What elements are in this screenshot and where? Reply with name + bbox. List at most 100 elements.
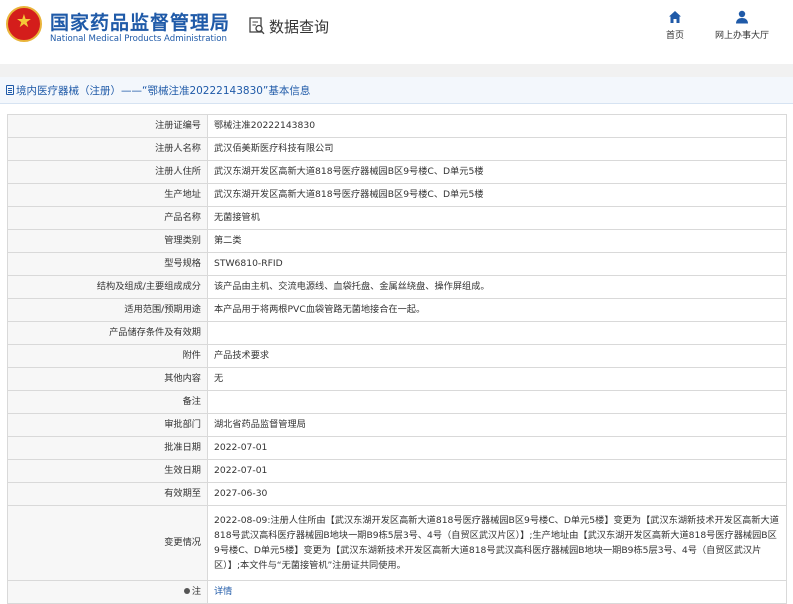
info-value-text: 鄂械注准20222143830: [214, 120, 316, 131]
info-row-value: 2022-07-01: [207, 436, 787, 460]
info-row-value: 湖北省药品监督管理局: [207, 413, 787, 437]
info-row: 适用范围/预期用途 本产品用于将两根PVC血袋管路无菌地接合在一起。: [7, 298, 787, 322]
info-row-label: 备注: [7, 390, 208, 414]
info-row-label: 生效日期: [7, 459, 208, 483]
info-row-value: [207, 390, 787, 414]
info-value-text: 2022-07-01: [214, 442, 268, 453]
info-label-text: 产品储存条件及有效期: [109, 327, 201, 338]
info-label-text: 注册人名称: [155, 143, 201, 154]
info-label-text: 附件: [182, 350, 201, 361]
details-link[interactable]: 详情: [214, 586, 232, 597]
info-row-value: 武汉东湖开发区高新大道818号医疗器械园B区9号楼C、D单元5楼: [207, 183, 787, 207]
info-row: 变更情况 2022-08-09:注册人住所由【武汉东湖开发区高新大道818号医疗器…: [7, 505, 787, 581]
info-row-label: 结构及组成/主要组成成分: [7, 275, 208, 299]
device-info-table: 注册证编号 鄂械注准20222143830 注册人名称 武汉佰美斯医疗科技有限公司 注册…: [7, 114, 787, 604]
info-label-text: 审批部门: [164, 419, 201, 430]
national-emblem-icon: ★: [6, 6, 42, 42]
info-row-label: 注: [7, 580, 208, 604]
info-row-label: 其他内容: [7, 367, 208, 391]
info-value-text: STW6810-RFID: [214, 258, 283, 269]
info-row: 产品名称 无菌接管机: [7, 206, 787, 230]
info-row-label: 型号规格: [7, 252, 208, 276]
info-row: 批准日期 2022-07-01: [7, 436, 787, 460]
info-label-text: 注册证编号: [155, 120, 201, 131]
info-label-text: 注册人住所: [155, 166, 201, 177]
info-row-label: 注册证编号: [7, 114, 208, 138]
info-row-value: 详情: [207, 580, 787, 604]
info-label-text: 注: [191, 586, 201, 597]
info-value-text: 该产品由主机、交流电源线、血袋托盘、金属丝绕盘、操作屏组成。: [214, 281, 490, 292]
info-row-value: 2022-07-01: [207, 459, 787, 483]
info-row-label: 审批部门: [7, 413, 208, 437]
info-row: 其他内容 无: [7, 367, 787, 391]
site-title-cn: 国家药品监督管理局: [50, 12, 231, 34]
info-value-text: 2027-06-30: [214, 488, 268, 499]
nav-home[interactable]: 首页: [660, 10, 690, 41]
info-row-label: 管理类别: [7, 229, 208, 253]
info-label-text: 结构及组成/主要组成成分: [96, 281, 201, 292]
info-value-text: 产品技术要求: [214, 350, 270, 361]
info-row-value: [207, 321, 787, 345]
info-row-value: 鄂械注准20222143830: [207, 114, 787, 138]
info-row: 结构及组成/主要组成成分 该产品由主机、交流电源线、血袋托盘、金属丝绕盘、操作屏组…: [7, 275, 787, 299]
nav-online-hall[interactable]: 网上办事大厅: [712, 10, 772, 41]
info-value-text: 武汉佰美斯医疗科技有限公司: [214, 143, 334, 154]
breadcrumb-label: 境内医疗器械（注册）——“鄂械注准20222143830”基本信息: [16, 85, 311, 97]
info-value-text: 2022-07-01: [214, 465, 268, 476]
info-row-label: 注册人住所: [7, 160, 208, 184]
info-row-value: 武汉东湖开发区高新大道818号医疗器械园B区9号楼C、D单元5楼: [207, 160, 787, 184]
info-row-value: 2022-08-09:注册人住所由【武汉东湖开发区高新大道818号医疗器械园B区…: [207, 505, 787, 581]
search-document-icon: [249, 17, 265, 35]
info-row-value: 武汉佰美斯医疗科技有限公司: [207, 137, 787, 161]
info-label-text: 适用范围/预期用途: [124, 304, 201, 315]
info-label-text: 生产地址: [164, 189, 201, 200]
info-row-value: 无菌接管机: [207, 206, 787, 230]
info-row-label: 生产地址: [7, 183, 208, 207]
info-row-value: 产品技术要求: [207, 344, 787, 368]
home-icon: [669, 11, 681, 23]
info-label-text: 有效期至: [164, 488, 201, 499]
info-label-text: 备注: [182, 396, 201, 407]
info-label-text: 型号规格: [164, 258, 201, 269]
breadcrumb-text: 境内医疗器械（注册）——“鄂械注准20222143830”基本信息: [6, 83, 310, 98]
info-row: 注册证编号 鄂械注准20222143830: [7, 114, 787, 138]
site-title-en: National Medical Products Administration: [50, 34, 227, 44]
info-row-label: 产品名称: [7, 206, 208, 230]
info-row: 管理类别 第二类: [7, 229, 787, 253]
pin-icon: [183, 588, 190, 594]
info-row: 型号规格 STW6810-RFID: [7, 252, 787, 276]
info-value-text: 湖北省药品监督管理局: [214, 419, 306, 430]
info-row: 有效期至 2027-06-30: [7, 482, 787, 506]
info-row-value: 第二类: [207, 229, 787, 253]
info-row-label: 变更情况: [7, 505, 208, 581]
info-row-value: STW6810-RFID: [207, 252, 787, 276]
info-row: 备注: [7, 390, 787, 414]
info-row: 注册人住所 武汉东湖开发区高新大道818号医疗器械园B区9号楼C、D单元5楼: [7, 160, 787, 184]
info-row-label: 有效期至: [7, 482, 208, 506]
breadcrumb: 境内医疗器械（注册）——“鄂械注准20222143830”基本信息: [0, 77, 793, 104]
info-row: 注 详情: [7, 580, 787, 604]
info-row-label: 附件: [7, 344, 208, 368]
info-label-text: 管理类别: [164, 235, 201, 246]
info-value-text: 本产品用于将两根PVC血袋管路无菌地接合在一起。: [214, 304, 426, 315]
module-title: 数据查询: [269, 18, 330, 36]
info-row-label: 产品储存条件及有效期: [7, 321, 208, 345]
info-row: 注册人名称 武汉佰美斯医疗科技有限公司: [7, 137, 787, 161]
nav-online-hall-label: 网上办事大厅: [714, 31, 769, 41]
info-row-value: 无: [207, 367, 787, 391]
info-row-label: 批准日期: [7, 436, 208, 460]
info-row-value: 该产品由主机、交流电源线、血袋托盘、金属丝绕盘、操作屏组成。: [207, 275, 787, 299]
info-label-text: 生效日期: [164, 465, 201, 476]
info-label-text: 产品名称: [164, 212, 201, 223]
info-row: 生产地址 武汉东湖开发区高新大道818号医疗器械园B区9号楼C、D单元5楼: [7, 183, 787, 207]
info-value-text: 2022-08-09:注册人住所由【武汉东湖开发区高新大道818号医疗器械园B区…: [214, 515, 779, 571]
top-header: ★ 国家药品监督管理局 National Medical Products Ad…: [0, 0, 793, 64]
info-row: 审批部门 湖北省药品监督管理局: [7, 413, 787, 437]
info-row: 产品储存条件及有效期: [7, 321, 787, 345]
info-label-text: 批准日期: [164, 442, 201, 453]
user-icon: [736, 10, 748, 24]
info-label-text: 其他内容: [164, 373, 201, 384]
info-label-text: 变更情况: [164, 537, 201, 548]
info-value-text: 第二类: [214, 235, 242, 246]
info-row-label: 适用范围/预期用途: [7, 298, 208, 322]
